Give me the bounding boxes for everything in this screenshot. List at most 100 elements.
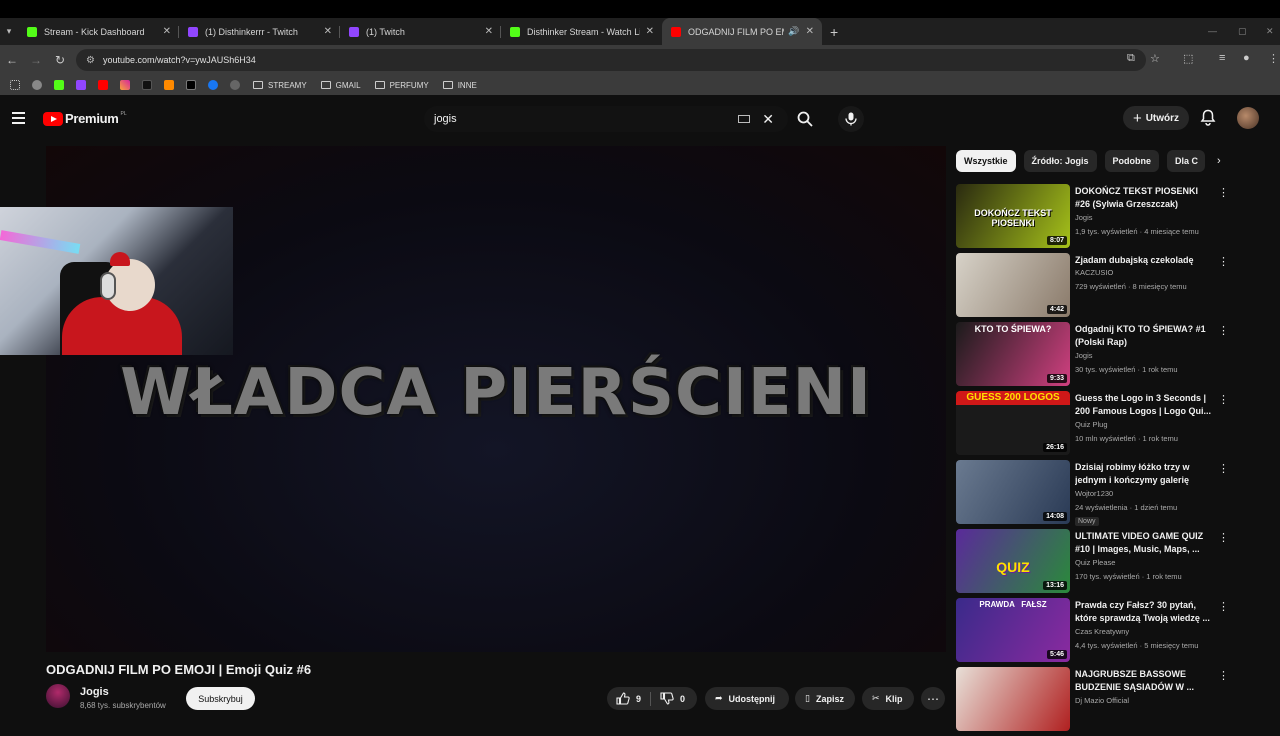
tab-search-button[interactable]: ▾: [0, 18, 18, 45]
notifications-bell-icon[interactable]: [1200, 109, 1216, 131]
recommendation-title[interactable]: Prawda czy Fałsz? 30 pytań, które sprawd…: [1075, 599, 1212, 625]
recommendation-channel[interactable]: Jogis: [1075, 213, 1093, 222]
recommendation-item[interactable]: 14:08 Dzisiaj robimy łóżko trzy w jednym…: [956, 460, 1236, 529]
tab-groups-icon[interactable]: ≡: [1219, 52, 1225, 64]
more-vert-icon[interactable]: ⋮: [1218, 669, 1229, 682]
close-icon[interactable]: ✕: [646, 26, 654, 37]
search-input[interactable]: jogis ✕: [424, 106, 788, 132]
recommendation-item[interactable]: PRAWDA FAŁSZ 5:46 Prawda czy Fałsz? 30 p…: [956, 598, 1236, 667]
search-button[interactable]: [790, 106, 820, 132]
channel-avatar[interactable]: [46, 684, 70, 708]
video-thumbnail[interactable]: PRAWDA FAŁSZ 5:46: [956, 598, 1070, 662]
bookmark-folder[interactable]: INNE: [442, 81, 477, 90]
bookmark-folder[interactable]: PERFUMY: [374, 81, 429, 90]
tiktok-icon[interactable]: [142, 80, 152, 90]
more-vert-icon[interactable]: ⋮: [1218, 462, 1229, 475]
forward-icon[interactable]: →: [24, 53, 48, 67]
link-icon[interactable]: [230, 80, 240, 90]
video-thumbnail[interactable]: 4:42: [956, 253, 1070, 317]
chip-for-you[interactable]: Dla C: [1167, 150, 1206, 172]
close-icon[interactable]: ✕: [163, 26, 171, 37]
video-thumbnail[interactable]: QUIZ 13:16: [956, 529, 1070, 593]
recommendation-channel[interactable]: Quiz Please: [1075, 558, 1115, 567]
recommendation-item[interactable]: QUIZ 13:16 ULTIMATE VIDEO GAME QUIZ #10 …: [956, 529, 1236, 598]
browser-tab[interactable]: Disthinker Stream - Watch Live ✕: [501, 18, 662, 45]
recommendation-channel[interactable]: Dj Mazio Official: [1075, 696, 1129, 705]
recommendation-channel[interactable]: Quiz Plug: [1075, 420, 1108, 429]
browser-tab[interactable]: (1) Disthinkerrr - Twitch ✕: [179, 18, 340, 45]
profile-icon[interactable]: ●: [1243, 52, 1250, 64]
recommendation-title[interactable]: Odgadnij KTO TO ŚPIEWA? #1 (Polski Rap): [1075, 323, 1212, 349]
more-vert-icon[interactable]: ⋮: [1218, 600, 1229, 613]
recommendation-title[interactable]: Zjadam dubajską czekoladę: [1075, 254, 1212, 267]
minimize-icon[interactable]: —: [1208, 26, 1217, 36]
video-thumbnail[interactable]: GUESS 200 LOGOS 26:16: [956, 391, 1070, 455]
facebook-icon[interactable]: [208, 80, 218, 90]
close-icon[interactable]: ✕: [806, 26, 814, 37]
maximize-icon[interactable]: ▢: [1238, 26, 1247, 37]
browser-tab[interactable]: (1) Twitch ✕: [340, 18, 501, 45]
twitch-icon[interactable]: [76, 80, 86, 90]
dislike-button[interactable]: 0: [651, 692, 694, 705]
keyboard-icon[interactable]: [738, 115, 751, 123]
menu-kebab-icon[interactable]: ⋮: [1268, 52, 1279, 65]
music-icon[interactable]: [164, 80, 174, 90]
recommendation-item[interactable]: KTO TO ŚPIEWA? 9:33 Odgadnij KTO TO ŚPIE…: [956, 322, 1236, 391]
clear-icon[interactable]: ✕: [762, 111, 774, 128]
close-window-icon[interactable]: ✕: [1266, 26, 1274, 37]
hamburger-menu-icon[interactable]: [12, 112, 25, 124]
recommendation-channel[interactable]: KACZUSIO: [1075, 268, 1113, 277]
video-thumbnail[interactable]: KTO TO ŚPIEWA? 9:33: [956, 322, 1070, 386]
bookmark-folder[interactable]: STREAMY: [253, 81, 307, 90]
recommendation-title[interactable]: DOKOŃCZ TEKST PIOSENKI #26 (Sylwia Grzes…: [1075, 185, 1212, 211]
speaker-icon[interactable]: 🔊: [788, 26, 799, 37]
youtube-logo[interactable]: Premium PL: [43, 111, 127, 126]
recommendation-item[interactable]: NAJGRUBSZE BASSOWE BUDZENIE SĄSIADÓW W .…: [956, 667, 1236, 736]
recommendation-title[interactable]: Guess the Logo in 3 Seconds | 200 Famous…: [1075, 392, 1212, 418]
chip-related[interactable]: Podobne: [1104, 150, 1160, 172]
bookmark-folder[interactable]: GMAIL: [320, 81, 361, 90]
back-icon[interactable]: ←: [0, 53, 24, 67]
account-avatar[interactable]: [1237, 107, 1259, 129]
apps-grid-icon[interactable]: [10, 80, 20, 90]
more-vert-icon[interactable]: ⋮: [1218, 531, 1229, 544]
new-tab-button[interactable]: +: [830, 24, 838, 40]
youtube-icon[interactable]: [98, 80, 108, 90]
browser-tab-active[interactable]: ODGADNIJ FILM PO EMOJI 🔊 ✕: [662, 18, 822, 45]
bookmark-star-icon[interactable]: ☆: [1150, 52, 1160, 65]
recommendation-title[interactable]: ULTIMATE VIDEO GAME QUIZ #10 | Images, M…: [1075, 530, 1212, 556]
recommendation-channel[interactable]: Jogis: [1075, 351, 1093, 360]
channel-name[interactable]: Jogis: [80, 686, 109, 698]
close-icon[interactable]: ✕: [485, 26, 493, 37]
address-bar[interactable]: ⚙ youtube.com/watch?v=ywJAUSh6H34: [76, 49, 1146, 71]
x-icon[interactable]: [186, 80, 196, 90]
like-button[interactable]: 9: [607, 692, 650, 705]
recommendation-channel[interactable]: Czas Kreatywny: [1075, 627, 1129, 636]
chip-source[interactable]: Źródło: Jogis: [1023, 150, 1097, 172]
kick-icon[interactable]: [54, 80, 64, 90]
recommendation-item[interactable]: DOKOŃCZ TEKST PIOSENKI 8:07 DOKOŃCZ TEKS…: [956, 184, 1236, 253]
video-thumbnail[interactable]: DOKOŃCZ TEKST PIOSENKI 8:07: [956, 184, 1070, 248]
video-thumbnail[interactable]: [956, 667, 1070, 731]
recommendation-title[interactable]: Dzisiaj robimy łóżko trzy w jednym i koń…: [1075, 461, 1212, 487]
more-vert-icon[interactable]: ⋮: [1218, 186, 1229, 199]
video-thumbnail[interactable]: 14:08: [956, 460, 1070, 524]
browser-tab[interactable]: Stream - Kick Dashboard ✕: [18, 18, 179, 45]
recommendation-title[interactable]: NAJGRUBSZE BASSOWE BUDZENIE SĄSIADÓW W .…: [1075, 668, 1212, 694]
close-icon[interactable]: ✕: [324, 26, 332, 37]
recommendation-item[interactable]: GUESS 200 LOGOS 26:16 Guess the Logo in …: [956, 391, 1236, 460]
extensions-icon[interactable]: ⬚: [1183, 52, 1193, 65]
chevron-right-icon[interactable]: ›: [1217, 155, 1221, 167]
reload-icon[interactable]: ↻: [48, 53, 72, 67]
more-actions-icon[interactable]: ⋯: [921, 687, 945, 710]
chip-all[interactable]: Wszystkie: [956, 150, 1016, 172]
more-vert-icon[interactable]: ⋮: [1218, 255, 1229, 268]
subscribe-button[interactable]: Subskrybuj: [186, 687, 255, 710]
voice-search-button[interactable]: [838, 106, 864, 132]
site-info-icon[interactable]: ⚙: [86, 55, 95, 66]
recommendation-channel[interactable]: Wojtor1230: [1075, 489, 1113, 498]
instagram-icon[interactable]: [120, 80, 130, 90]
clip-button[interactable]: ✂ Klip: [862, 687, 914, 710]
recommendation-item[interactable]: 4:42 Zjadam dubajską czekoladę KACZUSIO …: [956, 253, 1236, 322]
share-button[interactable]: ➦ Udostępnij: [705, 687, 789, 710]
